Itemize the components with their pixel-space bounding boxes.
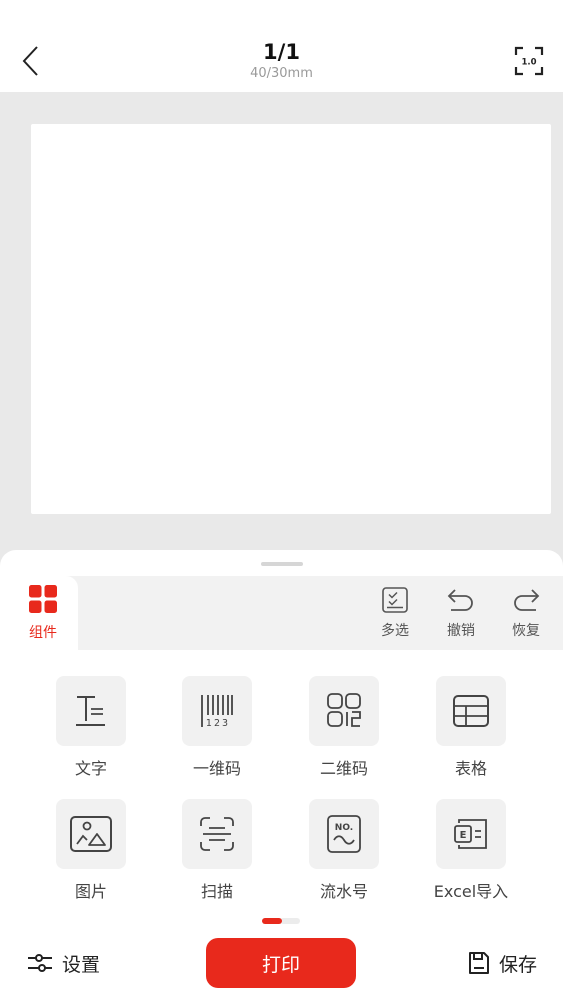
editor-canvas-area xyxy=(0,92,563,567)
undo-icon xyxy=(447,589,473,611)
redo-button[interactable]: 恢复 xyxy=(501,586,551,646)
multi-select-label: 多选 xyxy=(381,623,409,639)
redo-icon xyxy=(514,589,540,611)
serial-number-icon: NO. xyxy=(327,815,361,853)
print-button[interactable]: 打印 xyxy=(206,938,356,988)
page-counter: 1/1 xyxy=(263,40,300,64)
text-icon xyxy=(76,696,105,726)
component-tile xyxy=(182,799,252,869)
components-grid-icon xyxy=(29,585,57,613)
component-panel: 组件 多选 撤销 恢复 文字 123 一维码 二维码 表格 图片 扫描 NO. … xyxy=(0,550,563,1000)
component-tile: E xyxy=(436,799,506,869)
page-dot-inactive[interactable] xyxy=(280,918,300,924)
component-qrcode[interactable]: 二维码 xyxy=(289,676,399,779)
multi-select-button[interactable]: 多选 xyxy=(370,586,420,646)
label-size: 40/30mm xyxy=(250,66,313,81)
component-label: Excel导入 xyxy=(433,882,509,901)
component-tile xyxy=(436,676,506,746)
serial-number-text: NO. xyxy=(335,823,353,833)
top-header: 1/1 40/30mm 1.0 xyxy=(0,0,563,92)
save-icon xyxy=(468,952,489,974)
component-scan[interactable]: 扫描 xyxy=(162,799,272,902)
title-block: 1/1 40/30mm xyxy=(0,40,563,83)
redo-label: 恢复 xyxy=(512,623,540,639)
component-barcode[interactable]: 123 一维码 xyxy=(162,676,272,779)
component-label: 二维码 xyxy=(319,759,368,778)
bottom-action-bar: 设置 打印 保存 xyxy=(0,938,563,1000)
tab-components-label: 组件 xyxy=(29,625,57,641)
component-tile xyxy=(309,676,379,746)
component-tile: NO. xyxy=(309,799,379,869)
zoom-fit-button[interactable]: 1.0 xyxy=(513,45,545,77)
component-tile xyxy=(56,676,126,746)
label-canvas[interactable] xyxy=(31,124,551,514)
qrcode-icon xyxy=(327,693,361,727)
multi-select-icon xyxy=(382,587,408,613)
barcode-digits: 123 xyxy=(206,718,230,729)
component-label: 流水号 xyxy=(319,882,368,901)
settings-label: 设置 xyxy=(62,953,101,976)
component-label: 扫描 xyxy=(200,882,233,901)
component-label: 图片 xyxy=(74,882,107,901)
table-icon xyxy=(453,695,489,727)
tab-components[interactable]: 组件 xyxy=(0,576,78,650)
component-label: 一维码 xyxy=(192,759,241,778)
component-excel-import[interactable]: E Excel导入 xyxy=(416,799,526,902)
component-serial-number[interactable]: NO. 流水号 xyxy=(289,799,399,902)
barcode-icon: 123 xyxy=(201,695,233,729)
panel-toolbar: 组件 多选 撤销 恢复 xyxy=(0,576,563,650)
settings-sliders-icon xyxy=(28,954,52,972)
undo-button[interactable]: 撤销 xyxy=(436,586,486,646)
zoom-fit-icon: 1.0 xyxy=(514,46,544,76)
save-label: 保存 xyxy=(498,953,537,976)
zoom-level-text: 1.0 xyxy=(521,58,536,68)
panel-drag-handle[interactable] xyxy=(261,562,303,566)
scan-icon xyxy=(200,817,234,851)
component-label: 文字 xyxy=(74,759,107,778)
excel-letter: E xyxy=(460,830,467,841)
component-tile xyxy=(56,799,126,869)
image-icon xyxy=(70,816,112,852)
settings-button[interactable]: 设置 xyxy=(26,948,100,978)
component-tile: 123 xyxy=(182,676,252,746)
component-label: 表格 xyxy=(454,759,487,778)
component-image[interactable]: 图片 xyxy=(36,799,146,902)
save-button[interactable]: 保存 xyxy=(467,948,537,978)
page-dot-active[interactable] xyxy=(262,918,282,924)
undo-label: 撤销 xyxy=(447,623,475,639)
page-indicator xyxy=(262,918,300,924)
component-text[interactable]: 文字 xyxy=(36,676,146,779)
component-table[interactable]: 表格 xyxy=(416,676,526,779)
excel-import-icon: E xyxy=(454,819,487,849)
